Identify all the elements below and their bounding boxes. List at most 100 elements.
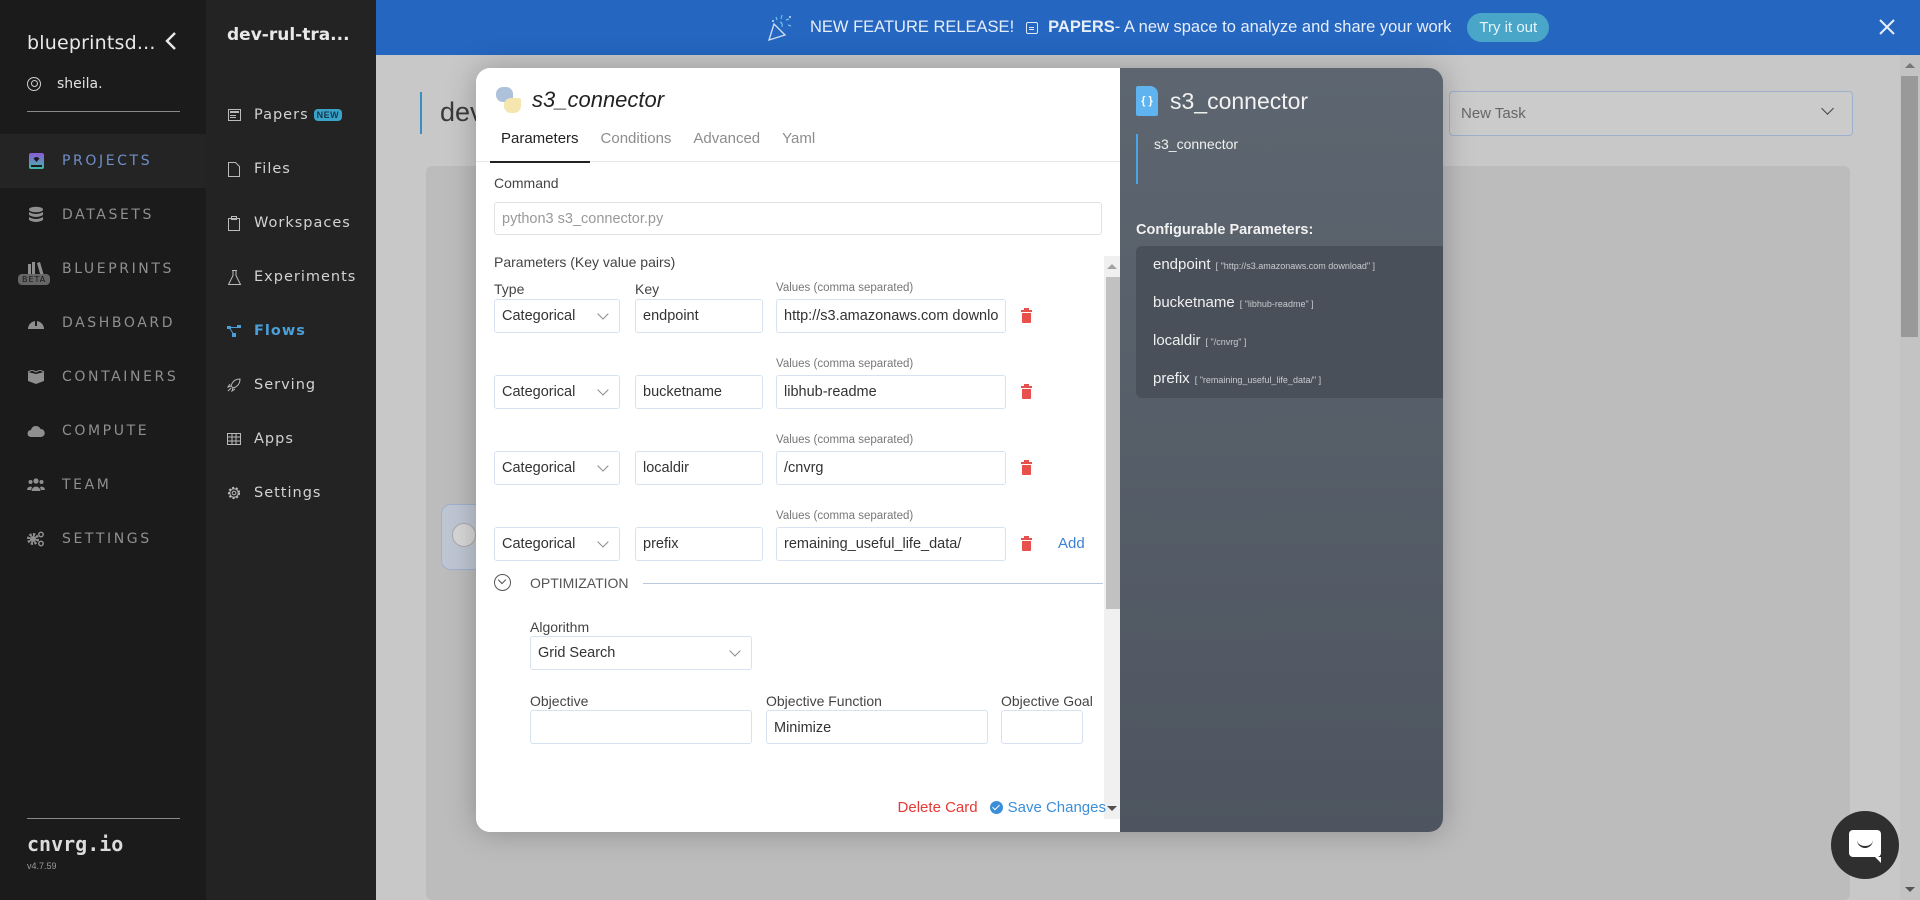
party-popper-icon bbox=[764, 13, 794, 43]
rocket-icon bbox=[227, 378, 241, 392]
try-it-out-button[interactable]: Try it out bbox=[1467, 13, 1550, 42]
scroll-down-icon[interactable] bbox=[1107, 806, 1117, 811]
scrollbar-thumb[interactable] bbox=[1106, 277, 1120, 609]
sidebar-item-compute[interactable]: COMPUTE bbox=[0, 404, 206, 458]
algorithm-select[interactable]: Grid Search bbox=[530, 636, 752, 670]
org-name[interactable]: blueprintsd... bbox=[27, 32, 156, 54]
user-menu[interactable]: sheila. bbox=[27, 76, 103, 92]
delete-param-button[interactable] bbox=[1021, 460, 1032, 475]
card-title[interactable]: s3_connector bbox=[532, 87, 664, 113]
sidebar-item-team[interactable]: TEAM bbox=[0, 458, 206, 512]
project-nav-workspaces[interactable]: Workspaces bbox=[227, 210, 351, 236]
sidebar-item-settings[interactable]: SETTINGS bbox=[0, 512, 206, 566]
param-type-select[interactable]: Categorical bbox=[494, 527, 620, 561]
param-value: [ "remaining_useful_life_data/" ] bbox=[1194, 375, 1322, 385]
papers-icon bbox=[1026, 21, 1039, 34]
chevron-down-icon bbox=[597, 460, 609, 472]
modal-footer: Delete Card Save Changes bbox=[898, 799, 1106, 816]
sidebar-item-blueprints[interactable]: BLUEPRINTS bbox=[0, 242, 206, 296]
project-nav-flows[interactable]: Flows bbox=[227, 318, 306, 344]
footer-area bbox=[476, 752, 1104, 832]
param-values-input[interactable]: remaining_useful_life_data/ bbox=[776, 527, 1006, 561]
param-values-input[interactable]: libhub-readme bbox=[776, 375, 1006, 409]
values-label: Values (comma separated) bbox=[776, 282, 914, 294]
add-param-button[interactable]: Add bbox=[1058, 535, 1085, 552]
summary-description: s3_connector bbox=[1154, 136, 1239, 152]
objective-input[interactable] bbox=[530, 710, 752, 744]
save-changes-button[interactable]: Save Changes bbox=[989, 799, 1106, 816]
sidebar-item-projects[interactable]: PROJECTS bbox=[0, 134, 206, 188]
gauge-icon bbox=[27, 314, 45, 332]
param-values-input[interactable]: http://s3.amazonaws.com downlo bbox=[776, 299, 1006, 333]
project-nav-experiments[interactable]: Experiments bbox=[227, 264, 356, 290]
project-nav-label: Files bbox=[254, 161, 291, 177]
card-editor: s3_connector Parameters Conditions Advan… bbox=[476, 68, 1120, 832]
tab-advanced[interactable]: Advanced bbox=[682, 128, 771, 162]
chat-widget-button[interactable] bbox=[1831, 811, 1899, 879]
param-type-value: Categorical bbox=[502, 308, 576, 324]
scroll-up-icon[interactable] bbox=[1905, 63, 1915, 68]
delete-param-button[interactable] bbox=[1021, 384, 1032, 399]
page-scrollbar[interactable] bbox=[1900, 55, 1920, 900]
sidebar-item-label: DATASETS bbox=[62, 207, 155, 223]
new-task-select[interactable]: New Task bbox=[1449, 91, 1853, 136]
params-label: Parameters (Key value pairs) bbox=[494, 254, 676, 270]
primary-sidebar: blueprintsd... sheila. PROJECTS DATASETS… bbox=[0, 0, 206, 900]
param-key-input[interactable]: localdir bbox=[635, 451, 763, 485]
grid-icon bbox=[227, 432, 241, 446]
optimization-toggle[interactable] bbox=[494, 574, 511, 591]
param-key-input[interactable]: prefix bbox=[635, 527, 763, 561]
sidebar-item-label: COMPUTE bbox=[62, 423, 150, 439]
tab-yaml[interactable]: Yaml bbox=[771, 128, 826, 162]
sidebar-item-label: TEAM bbox=[62, 477, 112, 493]
sidebar-item-containers[interactable]: CONTAINERS bbox=[0, 350, 206, 404]
sidebar-item-dashboard[interactable]: DASHBOARD bbox=[0, 296, 206, 350]
tab-parameters[interactable]: Parameters bbox=[490, 128, 590, 163]
check-circle-icon bbox=[989, 801, 1003, 814]
scroll-up-icon[interactable] bbox=[1107, 264, 1117, 269]
param-key-input[interactable]: endpoint bbox=[635, 299, 763, 333]
param-type-value: Categorical bbox=[502, 460, 576, 476]
divider bbox=[27, 111, 180, 112]
project-nav-apps[interactable]: Apps bbox=[227, 426, 294, 452]
scrollbar-thumb[interactable] bbox=[1901, 76, 1918, 337]
param-type-select[interactable]: Categorical bbox=[494, 451, 620, 485]
chat-icon bbox=[1849, 830, 1881, 863]
values-label: Values (comma separated) bbox=[776, 510, 914, 522]
project-nav-papers[interactable]: Papers NEW bbox=[227, 102, 343, 128]
sidebar-item-label: BLUEPRINTS bbox=[62, 261, 175, 277]
objective-function-select[interactable]: Minimize bbox=[766, 710, 988, 744]
project-nav-files[interactable]: Files bbox=[227, 156, 291, 182]
description-accent bbox=[1136, 134, 1138, 184]
sidebar-item-datasets[interactable]: DATASETS bbox=[0, 188, 206, 242]
project-nav-settings[interactable]: Settings bbox=[227, 480, 321, 506]
param-key-input[interactable]: bucketname bbox=[635, 375, 763, 409]
box-icon bbox=[27, 368, 45, 386]
delete-param-button[interactable] bbox=[1021, 536, 1032, 551]
scroll-down-icon[interactable] bbox=[1905, 887, 1915, 892]
algorithm-value: Grid Search bbox=[538, 645, 616, 661]
list-item: endpoint [ "http://s3.amazonaws.com downl… bbox=[1136, 256, 1443, 294]
delete-param-button[interactable] bbox=[1021, 308, 1032, 323]
json-file-icon: { } bbox=[1136, 86, 1158, 116]
objective-label: Objective bbox=[530, 693, 589, 709]
param-values-input[interactable]: /cnvrg bbox=[776, 451, 1006, 485]
sidebar-item-label: CONTAINERS bbox=[62, 369, 179, 385]
sidebar-item-label: DASHBOARD bbox=[62, 315, 176, 331]
gears-icon bbox=[27, 530, 45, 548]
param-type-select[interactable]: Categorical bbox=[494, 299, 620, 333]
objective-goal-input[interactable] bbox=[1001, 710, 1083, 744]
delete-card-button[interactable]: Delete Card bbox=[898, 799, 978, 816]
values-label: Values (comma separated) bbox=[776, 434, 914, 446]
close-banner-button[interactable] bbox=[1874, 14, 1900, 40]
param-key: localdir bbox=[1153, 332, 1201, 349]
form-scrollbar[interactable] bbox=[1104, 256, 1120, 819]
tab-conditions[interactable]: Conditions bbox=[590, 128, 683, 162]
collapse-sidebar-button[interactable] bbox=[164, 30, 184, 56]
command-input[interactable]: python3 s3_connector.py bbox=[494, 202, 1102, 235]
project-nav-serving[interactable]: Serving bbox=[227, 372, 316, 398]
papers-icon bbox=[227, 108, 241, 122]
param-value: [ "http://s3.amazonaws.com download" ] bbox=[1215, 261, 1376, 271]
project-name: dev-rul-tra... bbox=[227, 25, 350, 45]
param-type-select[interactable]: Categorical bbox=[494, 375, 620, 409]
